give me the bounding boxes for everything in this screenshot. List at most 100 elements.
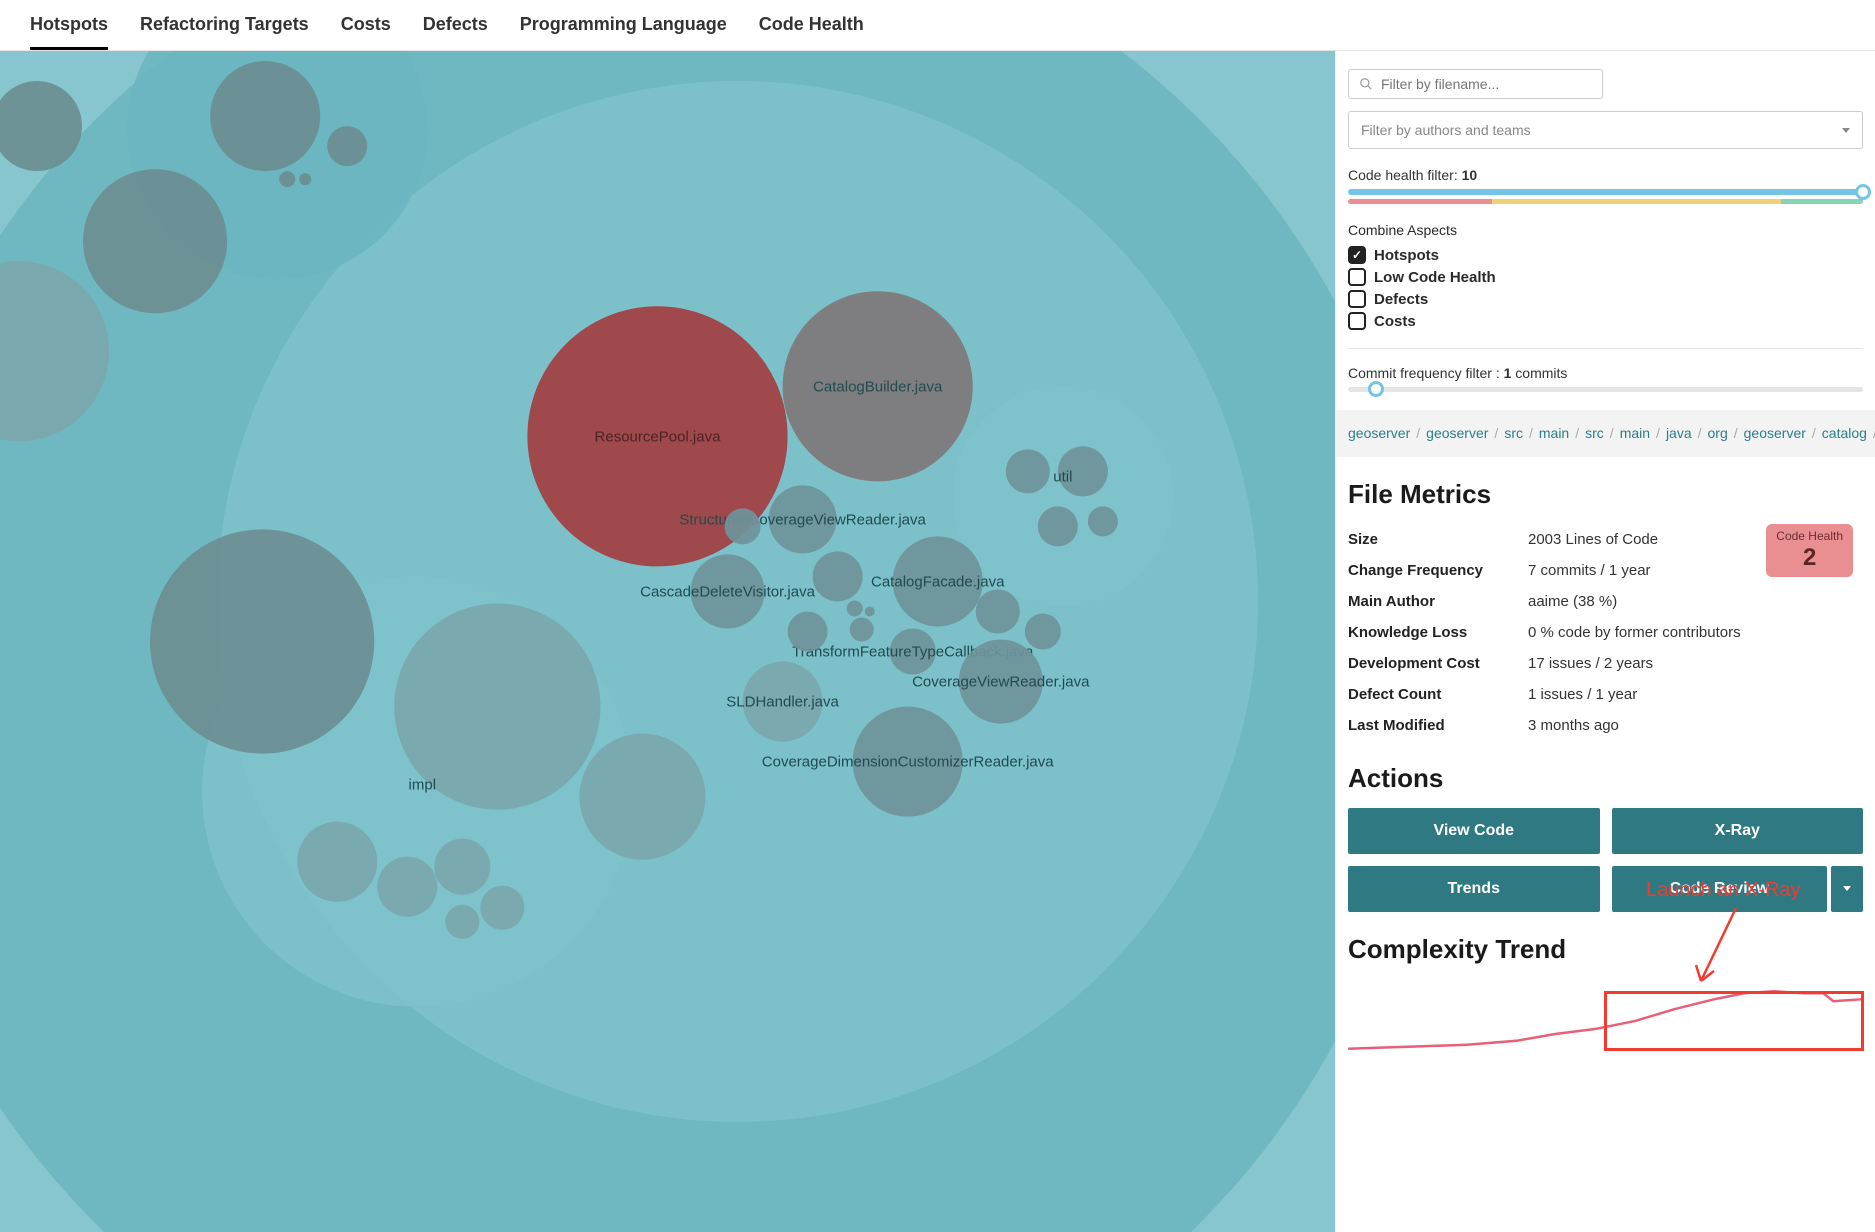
file-bubble-unlabeled[interactable] — [394, 603, 600, 809]
file-bubble-unlabeled[interactable] — [150, 529, 374, 753]
breadcrumb-item[interactable]: org — [1708, 425, 1728, 441]
metric-key: Last Modified — [1348, 717, 1528, 734]
code-review-button[interactable]: Code Review — [1612, 866, 1828, 912]
aspect-costs[interactable]: Costs — [1348, 310, 1863, 332]
file-bubble-unlabeled[interactable] — [850, 617, 874, 641]
code-health-filter-label: Code health filter: 10 — [1348, 167, 1863, 183]
file-bubble-unlabeled[interactable] — [83, 169, 227, 313]
bubble-svg[interactable]: ResourcePool.javaCatalogBuilder.javaStru… — [0, 51, 1335, 1232]
breadcrumb-item[interactable]: java — [1666, 425, 1692, 441]
metric-value: 7 commits / 1 year — [1528, 562, 1651, 579]
breadcrumb-item[interactable]: geoserver — [1348, 425, 1410, 441]
metric-value: 17 issues / 2 years — [1528, 655, 1653, 672]
breadcrumb-separator: / — [1569, 425, 1585, 441]
authors-teams-placeholder: Filter by authors and teams — [1361, 122, 1531, 138]
file-bubble-unlabeled[interactable] — [327, 126, 367, 166]
file-bubble-unlabeled[interactable] — [1058, 446, 1108, 496]
file-bubble-unlabeled[interactable] — [445, 905, 479, 939]
filename-filter[interactable] — [1348, 69, 1603, 99]
actions-grid: View Code X-Ray Trends Code Review — [1348, 808, 1863, 912]
tab-code-health[interactable]: Code Health — [759, 14, 864, 50]
breadcrumb-separator: / — [1692, 425, 1708, 441]
file-bubble-unlabeled[interactable] — [299, 173, 311, 185]
hotspots-bubble-chart[interactable]: ResourcePool.javaCatalogBuilder.javaStru… — [0, 51, 1335, 1232]
complexity-trend-title: Complexity Trend — [1348, 934, 1863, 965]
breadcrumb-separator: / — [1523, 425, 1539, 441]
metric-row: Defect Count1 issues / 1 year — [1348, 679, 1863, 710]
file-bubble-unlabeled[interactable] — [1088, 506, 1118, 536]
file-bubble[interactable] — [691, 554, 765, 628]
file-bubble-unlabeled[interactable] — [1006, 449, 1050, 493]
chevron-down-icon — [1842, 128, 1850, 133]
file-bubble-unlabeled[interactable] — [297, 822, 377, 902]
file-metrics-title: File Metrics — [1348, 479, 1863, 510]
metric-row: Main Authoraaime (38 %) — [1348, 586, 1863, 617]
commit-frequency-slider[interactable] — [1348, 387, 1863, 392]
file-bubble-unlabeled[interactable] — [210, 61, 320, 171]
file-bubble-unlabeled[interactable] — [847, 600, 863, 616]
authors-teams-filter[interactable]: Filter by authors and teams — [1348, 111, 1863, 149]
file-bubble[interactable] — [783, 291, 973, 481]
breadcrumb-item[interactable]: src — [1504, 425, 1523, 441]
breadcrumb-item[interactable]: catalog — [1822, 425, 1867, 441]
file-bubble[interactable] — [853, 707, 963, 817]
file-bubble-unlabeled[interactable] — [788, 611, 828, 651]
tab-defects[interactable]: Defects — [423, 14, 488, 50]
file-bubble[interactable] — [893, 536, 983, 626]
checkbox-icon[interactable] — [1348, 246, 1366, 264]
breadcrumb-item[interactable]: main — [1539, 425, 1569, 441]
file-bubble-unlabeled[interactable] — [1038, 506, 1078, 546]
code-health-slider[interactable] — [1348, 189, 1863, 195]
tab-programming-language[interactable]: Programming Language — [520, 14, 727, 50]
file-bubble-unlabeled[interactable] — [725, 508, 761, 544]
checkbox-icon[interactable] — [1348, 312, 1366, 330]
aspect-low-code-health[interactable]: Low Code Health — [1348, 266, 1863, 288]
file-bubble-unlabeled[interactable] — [579, 734, 705, 860]
tab-refactoring-targets[interactable]: Refactoring Targets — [140, 14, 309, 50]
metric-value: 3 months ago — [1528, 717, 1619, 734]
breadcrumb-separator: / — [1604, 425, 1620, 441]
metric-key: Size — [1348, 531, 1528, 548]
code-review-dropdown[interactable] — [1831, 866, 1863, 912]
file-bubble[interactable] — [890, 628, 936, 674]
metric-value: 2003 Lines of Code — [1528, 531, 1658, 548]
metric-key: Knowledge Loss — [1348, 624, 1528, 641]
file-bubble[interactable] — [743, 662, 823, 742]
breadcrumb-item[interactable]: src — [1585, 425, 1604, 441]
file-bubble-unlabeled[interactable] — [813, 551, 863, 601]
xray-button[interactable]: X-Ray — [1612, 808, 1864, 854]
tab-hotspots[interactable]: Hotspots — [30, 14, 108, 50]
checkbox-icon[interactable] — [1348, 268, 1366, 286]
combine-aspects-label: Combine Aspects — [1348, 222, 1863, 238]
combine-aspects-list: HotspotsLow Code HealthDefectsCosts — [1348, 244, 1863, 332]
file-bubble[interactable] — [769, 485, 837, 553]
health-badge-value: 2 — [1776, 545, 1843, 571]
slider-thumb[interactable] — [1368, 381, 1384, 397]
breadcrumb-separator: / — [1867, 425, 1875, 441]
package-enclosure[interactable] — [953, 386, 1173, 606]
view-code-button[interactable]: View Code — [1348, 808, 1600, 854]
file-bubble-unlabeled[interactable] — [279, 171, 295, 187]
breadcrumb-item[interactable]: main — [1620, 425, 1650, 441]
metric-row: Development Cost17 issues / 2 years — [1348, 648, 1863, 679]
metric-key: Development Cost — [1348, 655, 1528, 672]
slider-thumb[interactable] — [1855, 184, 1871, 200]
filename-filter-input[interactable] — [1381, 76, 1592, 92]
code-health-badge: Code Health 2 — [1766, 524, 1853, 578]
checkbox-icon[interactable] — [1348, 290, 1366, 308]
aspect-defects[interactable]: Defects — [1348, 288, 1863, 310]
file-bubble-unlabeled[interactable] — [434, 839, 490, 895]
breadcrumb-item[interactable]: geoserver — [1744, 425, 1806, 441]
metric-row: Knowledge Loss0 % code by former contrib… — [1348, 617, 1863, 648]
file-bubble[interactable] — [959, 639, 1043, 723]
file-bubble-unlabeled[interactable] — [480, 886, 524, 930]
aspect-hotspots[interactable]: Hotspots — [1348, 244, 1863, 266]
file-bubble-unlabeled[interactable] — [1025, 613, 1061, 649]
file-bubble-unlabeled[interactable] — [865, 606, 875, 616]
breadcrumb-item[interactable]: geoserver — [1426, 425, 1488, 441]
metric-value: 1 issues / 1 year — [1528, 686, 1637, 703]
trends-button[interactable]: Trends — [1348, 866, 1600, 912]
file-bubble-unlabeled[interactable] — [976, 589, 1020, 633]
tab-costs[interactable]: Costs — [341, 14, 391, 50]
file-bubble-unlabeled[interactable] — [377, 857, 437, 917]
